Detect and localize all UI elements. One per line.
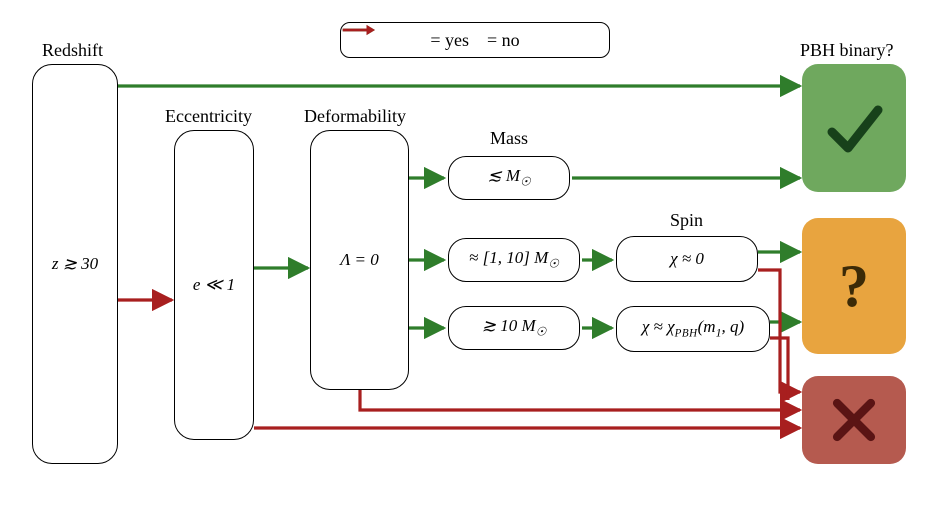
label-mass: Mass [490, 128, 528, 149]
node-deformability: Λ = 0 [310, 130, 409, 390]
label-question: PBH binary? [800, 40, 894, 61]
cross-icon [827, 393, 881, 447]
outcome-maybe: ? [802, 218, 906, 354]
legend-no: = no [487, 30, 520, 51]
question-icon: ? [839, 252, 869, 321]
node-spin-func: χ ≈ χPBH(m1, q) [616, 306, 770, 352]
legend-yes-text: = yes [430, 30, 469, 51]
outcome-yes [802, 64, 906, 192]
node-mass-low: ≲ M☉ [448, 156, 570, 200]
legend-no-text: = no [487, 30, 520, 51]
outcome-no [802, 376, 906, 464]
label-redshift: Redshift [42, 40, 103, 61]
check-icon [822, 96, 886, 160]
node-spin-zero: χ ≈ 0 [616, 236, 758, 282]
node-redshift: z ≳ 30 [32, 64, 118, 464]
label-eccentricity: Eccentricity [165, 106, 252, 127]
legend: = yes = no [340, 22, 610, 58]
node-mass-mid: ≈ [1, 10] M☉ [448, 238, 580, 282]
label-deformability: Deformability [304, 106, 406, 127]
legend-yes: = yes [430, 30, 469, 51]
node-mass-high: ≳ 10 M☉ [448, 306, 580, 350]
node-eccentricity: e ≪ 1 [174, 130, 254, 440]
label-spin: Spin [670, 210, 703, 231]
